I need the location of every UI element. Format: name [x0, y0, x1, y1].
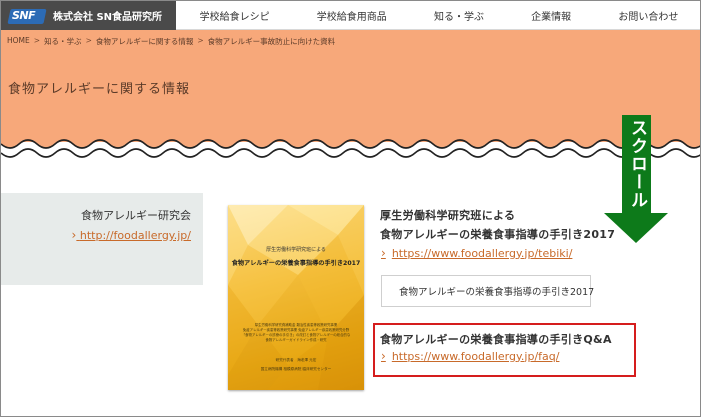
cover-title: 食物アレルギーの栄養食事指導の手引き2017: [231, 260, 361, 267]
guidebook-cover-image[interactable]: 厚生労働科学研究班による 食物アレルギーの栄養食事指導の手引き2017 厚生労働…: [228, 205, 364, 390]
guidebook-heading-line1: 厚生労働科学研究班による: [380, 209, 516, 222]
breadcrumb-separator: >: [85, 36, 92, 45]
breadcrumb-current: 食物アレルギー事故防止に向けた資料: [207, 37, 336, 46]
company-logo: SNF: [7, 7, 47, 25]
cover-fine-print: 厚生労働科学研究費補助金 難治性疾患等政策研究事業 免疫アレルギー疾患等政策研究…: [238, 323, 354, 343]
breadcrumb-separator: >: [33, 36, 41, 45]
cover-fine-line: 食物アレルギーガイドライン作成・研究: [265, 338, 327, 342]
tebiki-url: https://www.foodallergy.jp/tebiki/: [391, 246, 573, 260]
breadcrumb: HOME > 知る・学ぶ > 食物アレルギーに関する情報 > 食物アレルギー事故…: [7, 36, 335, 47]
research-group-panel: 食物アレルギー研究会 › http://foodallergy.jp/: [1, 193, 203, 285]
pdf-download-button[interactable]: 食物アレルギーの栄養食事指導の手引き2017: [381, 275, 595, 307]
pdf-download-label: 食物アレルギーの栄養食事指導の手引き2017: [399, 287, 595, 298]
breadcrumb-home[interactable]: HOME: [7, 36, 30, 47]
scroll-label: スクロール: [627, 119, 647, 209]
breadcrumb-learn[interactable]: 知る・学ぶ: [44, 36, 82, 47]
nav-item-products[interactable]: 学校給食用商品: [313, 8, 391, 23]
cover-subtitle: 厚生労働科学研究班による: [266, 247, 326, 253]
scroll-down-arrow-icon: [604, 213, 668, 243]
nav-item-recipes[interactable]: 学校給食レシピ: [196, 8, 274, 23]
chevron-right-icon: ›: [71, 228, 77, 242]
guidebook-heading-line2: 食物アレルギーの栄養食事指導の手引き2017: [380, 228, 616, 241]
company-name: 株式会社 SN食品研究所: [53, 12, 163, 23]
site-header: SNF 株式会社 SN食品研究所 学校給食レシピ 学校給食用商品 知る・学ぶ 企…: [1, 1, 700, 30]
page: SNF 株式会社 SN食品研究所 学校給食レシピ 学校給食用商品 知る・学ぶ 企…: [0, 0, 701, 417]
chevron-right-icon: ›: [381, 246, 386, 260]
cover-author: 研究代表者 海老澤 元宏: [275, 358, 317, 362]
nav-item-learn[interactable]: 知る・学ぶ: [430, 8, 488, 23]
wave-divider: [1, 131, 700, 158]
cover-institution: 国立病院機構 相模原病院 臨床研究センター: [260, 367, 332, 371]
tebiki-link[interactable]: › https://www.foodallergy.jp/tebiki/: [381, 246, 572, 260]
nav-item-contact[interactable]: お問い合わせ: [614, 8, 682, 23]
qa-highlight-box: [373, 323, 636, 377]
research-group-link[interactable]: › http://foodallergy.jp/: [72, 228, 191, 242]
breadcrumb-separator: >: [197, 36, 204, 45]
main-nav: 学校給食レシピ 学校給食用商品 知る・学ぶ 企業情報 お問い合わせ: [176, 1, 700, 29]
research-group-title: 食物アレルギー研究会: [81, 209, 191, 222]
brand[interactable]: SNF 株式会社 SN食品研究所: [1, 1, 176, 30]
research-group-url: http://foodallergy.jp/: [79, 229, 191, 242]
page-title: 食物アレルギーに関する情報: [8, 82, 191, 97]
breadcrumb-allergy-info[interactable]: 食物アレルギーに関する情報: [96, 36, 194, 47]
nav-item-company[interactable]: 企業情報: [527, 8, 575, 23]
hero-banner: HOME > 知る・学ぶ > 食物アレルギーに関する情報 > 食物アレルギー事故…: [1, 30, 700, 142]
logo-text: SNF: [12, 8, 36, 22]
